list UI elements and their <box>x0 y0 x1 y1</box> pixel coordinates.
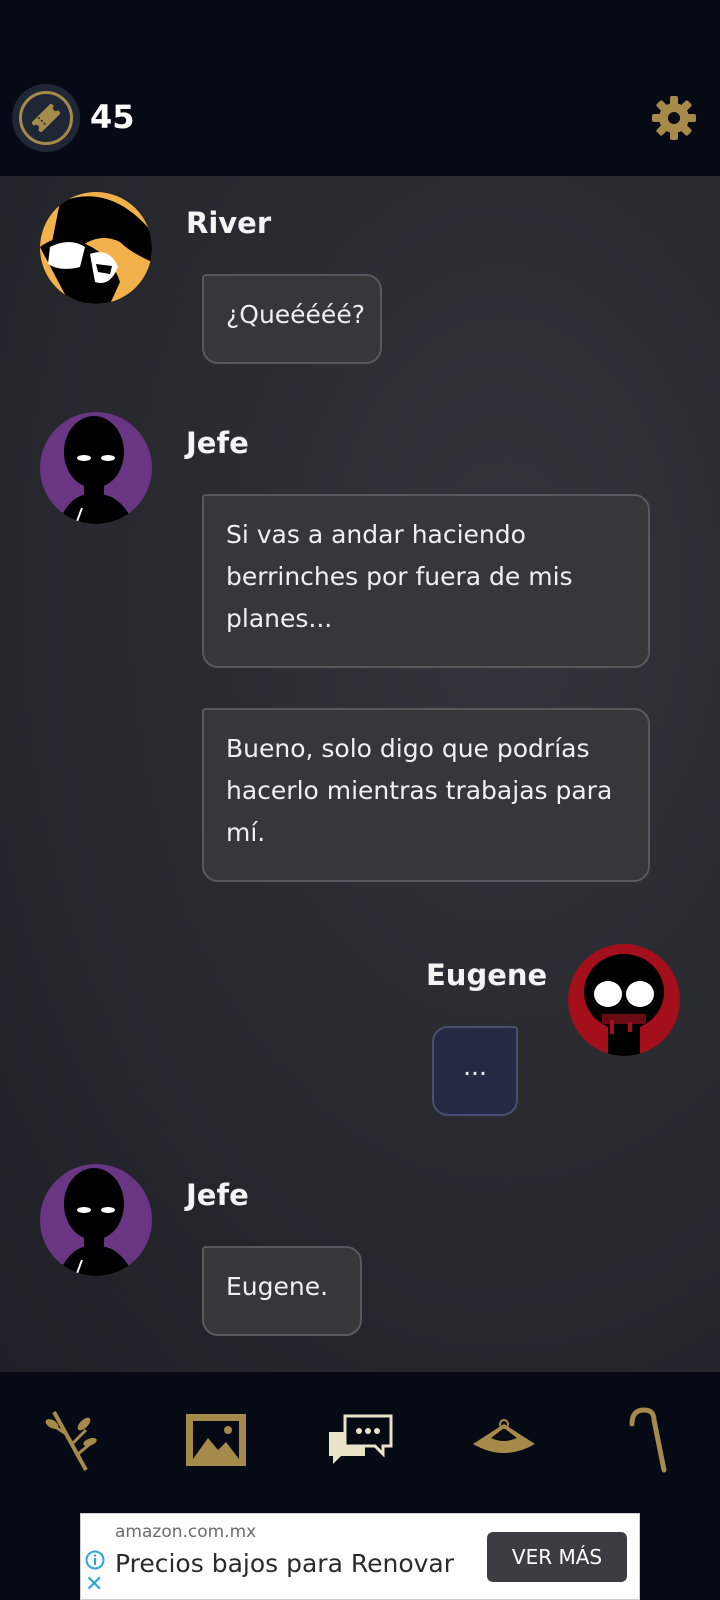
top-bar: 45 <box>0 0 720 176</box>
message-text: hacerlo mientras trabajas para <box>226 776 613 805</box>
hat-icon[interactable] <box>468 1404 540 1476</box>
ticket-badge[interactable] <box>12 84 80 152</box>
ticket-icon <box>19 91 73 145</box>
message-bubble: Bueno, solo digo que podrías hacerlo mie… <box>202 708 650 882</box>
message-bubble-player: ... <box>432 1026 518 1116</box>
sender-name: Jefe <box>186 1178 249 1212</box>
message-bubble: ¿Queéééé? <box>202 274 382 364</box>
message-text: Bueno, solo digo que podrías <box>226 734 590 763</box>
sender-name: Jefe <box>186 426 249 460</box>
info-icon[interactable] <box>85 1550 105 1574</box>
ad-banner[interactable]: ✕ amazon.com.mx Precios bajos para Renov… <box>80 1513 640 1600</box>
gallery-icon[interactable] <box>180 1404 252 1476</box>
ticket-count: 45 <box>90 98 135 136</box>
chat-log[interactable]: River ¿Queéééé? Jefe Si vas a andar haci… <box>0 176 720 1372</box>
chat-icon[interactable] <box>324 1404 396 1476</box>
avatar-jefe <box>40 1164 152 1276</box>
ad-cta-button[interactable]: VER MÁS <box>487 1532 627 1582</box>
close-icon[interactable]: ✕ <box>85 1574 103 1596</box>
ad-title[interactable]: Precios bajos para Renovar <box>115 1549 454 1578</box>
sender-name: Eugene <box>426 958 548 992</box>
avatar-jefe <box>40 412 152 524</box>
ad-domain: amazon.com.mx <box>115 1522 257 1542</box>
bottom-nav <box>0 1372 720 1512</box>
avatar-river <box>40 192 152 304</box>
sender-name: River <box>186 206 272 240</box>
gear-icon[interactable] <box>650 94 698 142</box>
message-bubble: Si vas a andar haciendo berrinches por f… <box>202 494 650 668</box>
avatar-eugene <box>568 944 680 1056</box>
message-text: planes... <box>226 604 333 633</box>
message-text: ¿Queéééé? <box>226 300 365 329</box>
message-text: Si vas a andar haciendo <box>226 520 526 549</box>
message-bubble: Eugene. <box>202 1246 362 1336</box>
message-text: berrinches por fuera de mis <box>226 562 573 591</box>
branch-icon[interactable] <box>36 1404 108 1476</box>
message-text: Eugene. <box>226 1272 329 1301</box>
message-text: mí. <box>226 818 266 847</box>
cane-icon[interactable] <box>612 1404 684 1476</box>
message-text: ... <box>463 1052 487 1081</box>
